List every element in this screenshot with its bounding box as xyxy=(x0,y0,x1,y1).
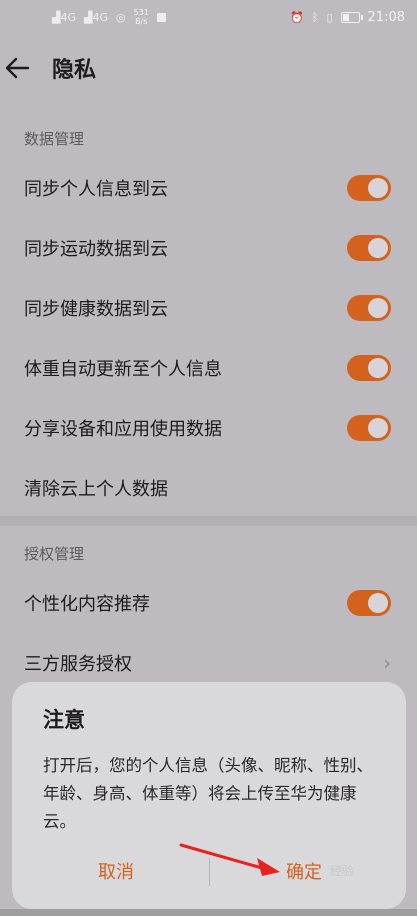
row-label: 分享设备和应用使用数据 xyxy=(24,419,222,440)
row-label: 三方服务授权 xyxy=(24,654,132,675)
section-divider xyxy=(0,516,417,526)
bluetooth-icon: ᛒ xyxy=(311,10,319,24)
network-speed: 531 B/s xyxy=(133,8,149,26)
status-right: ⏰ ᛒ ▯ 21:08 xyxy=(290,10,405,25)
button-divider xyxy=(209,858,210,886)
row-share-device-data[interactable]: 分享设备和应用使用数据 xyxy=(0,398,417,458)
section-title-authorization: 授权管理 xyxy=(24,545,85,563)
toggle-switch[interactable] xyxy=(347,235,391,261)
status-left: ▟4G ▟4G ◎ 531 B/s xyxy=(52,8,166,26)
row-clear-cloud-data[interactable]: 清除云上个人数据 xyxy=(0,458,417,518)
network-type-2: 4G xyxy=(92,10,108,24)
row-label: 清除云上个人数据 xyxy=(24,479,168,500)
back-arrow-icon[interactable] xyxy=(0,40,52,96)
row-weight-auto-update[interactable]: 体重自动更新至个人信息 xyxy=(0,338,417,398)
row-sync-personal-info[interactable]: 同步个人信息到云 xyxy=(0,158,417,218)
row-label: 个性化内容推荐 xyxy=(24,594,150,615)
row-label: 同步个人信息到云 xyxy=(24,179,168,200)
row-label: 同步健康数据到云 xyxy=(24,299,168,320)
row-sync-health-data[interactable]: 同步健康数据到云 xyxy=(0,278,417,338)
watermark-text: 经验 xyxy=(330,864,355,878)
row-personalized-recommendation[interactable]: 个性化内容推荐 xyxy=(0,573,417,633)
page-title: 隐私 xyxy=(52,58,97,83)
signal-icon-2: ▟4G xyxy=(84,10,108,24)
status-time: 21:08 xyxy=(367,9,405,25)
alarm-icon: ⏰ xyxy=(290,10,304,24)
dialog-title: 注意 xyxy=(43,708,85,732)
toggle-switch[interactable] xyxy=(347,590,391,616)
status-bar: ▟4G ▟4G ◎ 531 B/s ⏰ ᛒ ▯ 21:08 xyxy=(0,0,417,34)
vibrate-icon: ▯ xyxy=(326,10,333,24)
bottom-bar xyxy=(0,909,417,916)
signal-icon: ▟4G xyxy=(52,10,76,24)
battery-icon xyxy=(340,11,363,23)
row-label: 体重自动更新至个人信息 xyxy=(24,359,222,380)
toggle-switch[interactable] xyxy=(347,175,391,201)
wifi-icon: ◎ xyxy=(116,10,126,24)
network-type-1: 4G xyxy=(60,10,76,24)
dialog-message: 打开后，您的个人信息（头像、昵称、性别、年龄、身高、体重等）将会上传至华为健康云… xyxy=(43,756,373,831)
chevron-right-icon: › xyxy=(383,651,391,675)
toggle-switch[interactable] xyxy=(347,355,391,381)
cancel-button[interactable]: 取消 xyxy=(46,848,186,894)
section-title-data-management: 数据管理 xyxy=(24,130,85,148)
row-label: 同步运动数据到云 xyxy=(24,239,168,260)
notification-icon xyxy=(156,12,166,22)
toggle-switch[interactable] xyxy=(347,415,391,441)
row-sync-sports-data[interactable]: 同步运动数据到云 xyxy=(0,218,417,278)
header: 隐私 xyxy=(0,40,417,96)
toggle-switch[interactable] xyxy=(347,295,391,321)
